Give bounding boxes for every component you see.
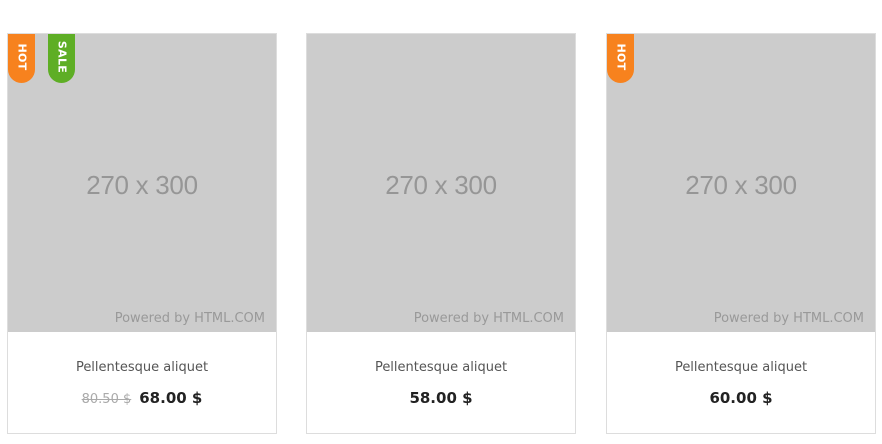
old-price: 80.50 $ [81,392,132,407]
price-row: 60.00 $ [607,388,875,407]
placeholder-credit-text: Powered by HTML.COM [713,311,864,326]
product-info: Pellentesque aliquet 80.50 $ 68.00 $ [8,332,276,432]
product-price: 58.00 $ [409,389,473,407]
product-title[interactable]: Pellentesque aliquet [307,360,575,375]
hot-badge: HOT [607,34,634,83]
product-info: Pellentesque aliquet 60.00 $ [607,332,875,432]
product-title[interactable]: Pellentesque aliquet [8,360,276,375]
placeholder-size-text: 270 x 300 [685,170,797,200]
placeholder-credit-text: Powered by HTML.COM [114,311,265,326]
product-image[interactable]: 270 x 300 Powered by HTML.COM HOT [607,34,875,332]
placeholder-size-text: 270 x 300 [86,170,198,200]
product-card[interactable]: 270 x 300 Powered by HTML.COM HOT SALE P… [7,33,277,434]
hot-badge-label: HOT [15,43,28,71]
product-image[interactable]: 270 x 300 Powered by HTML.COM HOT SALE [8,34,276,332]
placeholder-credit-text: Powered by HTML.COM [413,311,564,326]
placeholder-size-text: 270 x 300 [385,170,497,200]
hot-badge-label: HOT [614,43,627,71]
product-price: 68.00 $ [139,389,203,407]
product-card[interactable]: 270 x 300 Powered by HTML.COM HOT Pellen… [606,33,876,434]
product-price: 60.00 $ [709,389,773,407]
price-row: 80.50 $ 68.00 $ [8,388,276,407]
hot-badge: HOT [8,34,35,83]
price-row: 58.00 $ [307,388,575,407]
sale-badge: SALE [48,34,75,83]
sale-badge-label: SALE [55,40,68,74]
product-info: Pellentesque aliquet 58.00 $ [307,332,575,432]
product-card[interactable]: 270 x 300 Powered by HTML.COM Pellentesq… [306,33,576,434]
product-title[interactable]: Pellentesque aliquet [607,360,875,375]
product-grid: 270 x 300 Powered by HTML.COM HOT SALE P… [0,0,882,444]
product-image[interactable]: 270 x 300 Powered by HTML.COM [307,34,575,332]
